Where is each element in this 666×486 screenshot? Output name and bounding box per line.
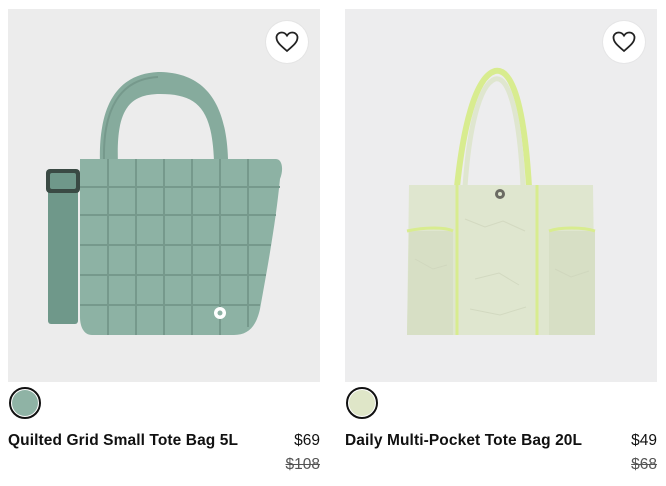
product-original-price: $108: [285, 456, 320, 473]
product-card[interactable]: Quilted Grid Small Tote Bag 5L $69 $108: [8, 9, 320, 473]
product-price: $69: [294, 432, 320, 449]
swatch-color-dot: [349, 390, 375, 416]
product-image[interactable]: [345, 9, 657, 382]
swatch-color-dot: [12, 390, 38, 416]
heart-outline-icon: [275, 31, 299, 53]
product-card[interactable]: Daily Multi-Pocket Tote Bag 20L $49 $68: [345, 9, 657, 473]
product-name[interactable]: Daily Multi-Pocket Tote Bag 20L: [345, 432, 582, 450]
product-original-price: $68: [631, 456, 657, 473]
product-name[interactable]: Quilted Grid Small Tote Bag 5L: [8, 432, 238, 450]
favorite-button[interactable]: [603, 21, 645, 63]
product-price: $49: [631, 432, 657, 449]
product-info: Quilted Grid Small Tote Bag 5L $69 $108: [8, 430, 320, 473]
color-swatch[interactable]: [9, 387, 41, 419]
favorite-button[interactable]: [266, 21, 308, 63]
product-image[interactable]: [8, 9, 320, 382]
multi-pocket-tote-bag-image: [406, 67, 596, 335]
product-info: Daily Multi-Pocket Tote Bag 20L $49 $68: [345, 430, 657, 473]
quilted-tote-bag-image: [46, 72, 283, 335]
heart-outline-icon: [612, 31, 636, 53]
color-swatches: [345, 382, 657, 430]
color-swatches: [8, 382, 320, 430]
color-swatch[interactable]: [346, 387, 378, 419]
